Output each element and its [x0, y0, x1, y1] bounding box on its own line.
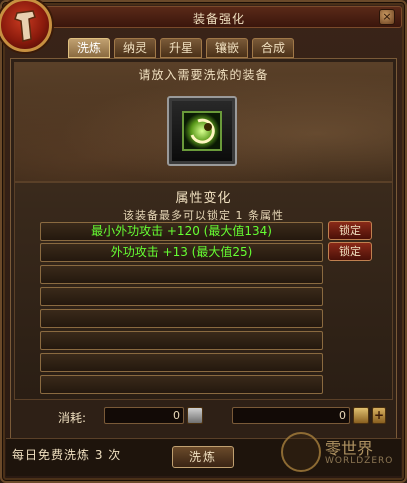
- consume-label: 消耗:: [58, 411, 87, 425]
- equipment-slot[interactable]: [167, 96, 237, 166]
- tab-star-up[interactable]: 升星: [160, 38, 202, 58]
- tab-refine[interactable]: 洗炼: [68, 38, 110, 58]
- tab-absorb[interactable]: 纳灵: [114, 38, 156, 58]
- watermark-seal-icon: [281, 432, 321, 472]
- attribute-row: 外功攻击 +13 (最大值25): [40, 243, 323, 262]
- title-bar[interactable]: 装备强化 ×: [36, 6, 402, 28]
- attribute-change-title: 属性变化: [175, 191, 232, 206]
- tab-inlay[interactable]: 镶嵌: [206, 38, 248, 58]
- attribute-row: [40, 353, 323, 372]
- lock-button[interactable]: 锁定: [328, 242, 372, 261]
- material-item-icon[interactable]: [187, 407, 203, 424]
- attribute-row: [40, 375, 323, 394]
- tab-bar: 洗炼 纳灵 升星 镶嵌 合成: [68, 38, 294, 58]
- material-count-field: 0: [104, 407, 184, 424]
- close-button[interactable]: ×: [379, 9, 395, 25]
- add-currency-button[interactable]: +: [372, 407, 386, 424]
- currency-count-field: 0: [232, 407, 350, 424]
- watermark-logo: 零世界 WORLDZERO: [281, 432, 403, 478]
- ring-icon[interactable]: [182, 111, 222, 151]
- daily-free-refine-text: 每日免费洗炼 3 次: [12, 448, 122, 462]
- tab-combine[interactable]: 合成: [252, 38, 294, 58]
- attribute-row: [40, 287, 323, 306]
- lock-button[interactable]: 锁定: [328, 221, 372, 240]
- attribute-row: 最小外功攻击 +120 (最大值134): [40, 222, 323, 241]
- place-equipment-prompt: 请放入需要洗炼的装备: [138, 68, 269, 82]
- refine-button[interactable]: 洗炼: [172, 446, 234, 468]
- attribute-row: [40, 331, 323, 350]
- attribute-row: [40, 265, 323, 284]
- attribute-row: [40, 309, 323, 328]
- currency-item-icon: [353, 407, 369, 424]
- watermark-subtitle: WORLDZERO: [325, 456, 394, 466]
- window-title: 装备强化: [192, 12, 245, 26]
